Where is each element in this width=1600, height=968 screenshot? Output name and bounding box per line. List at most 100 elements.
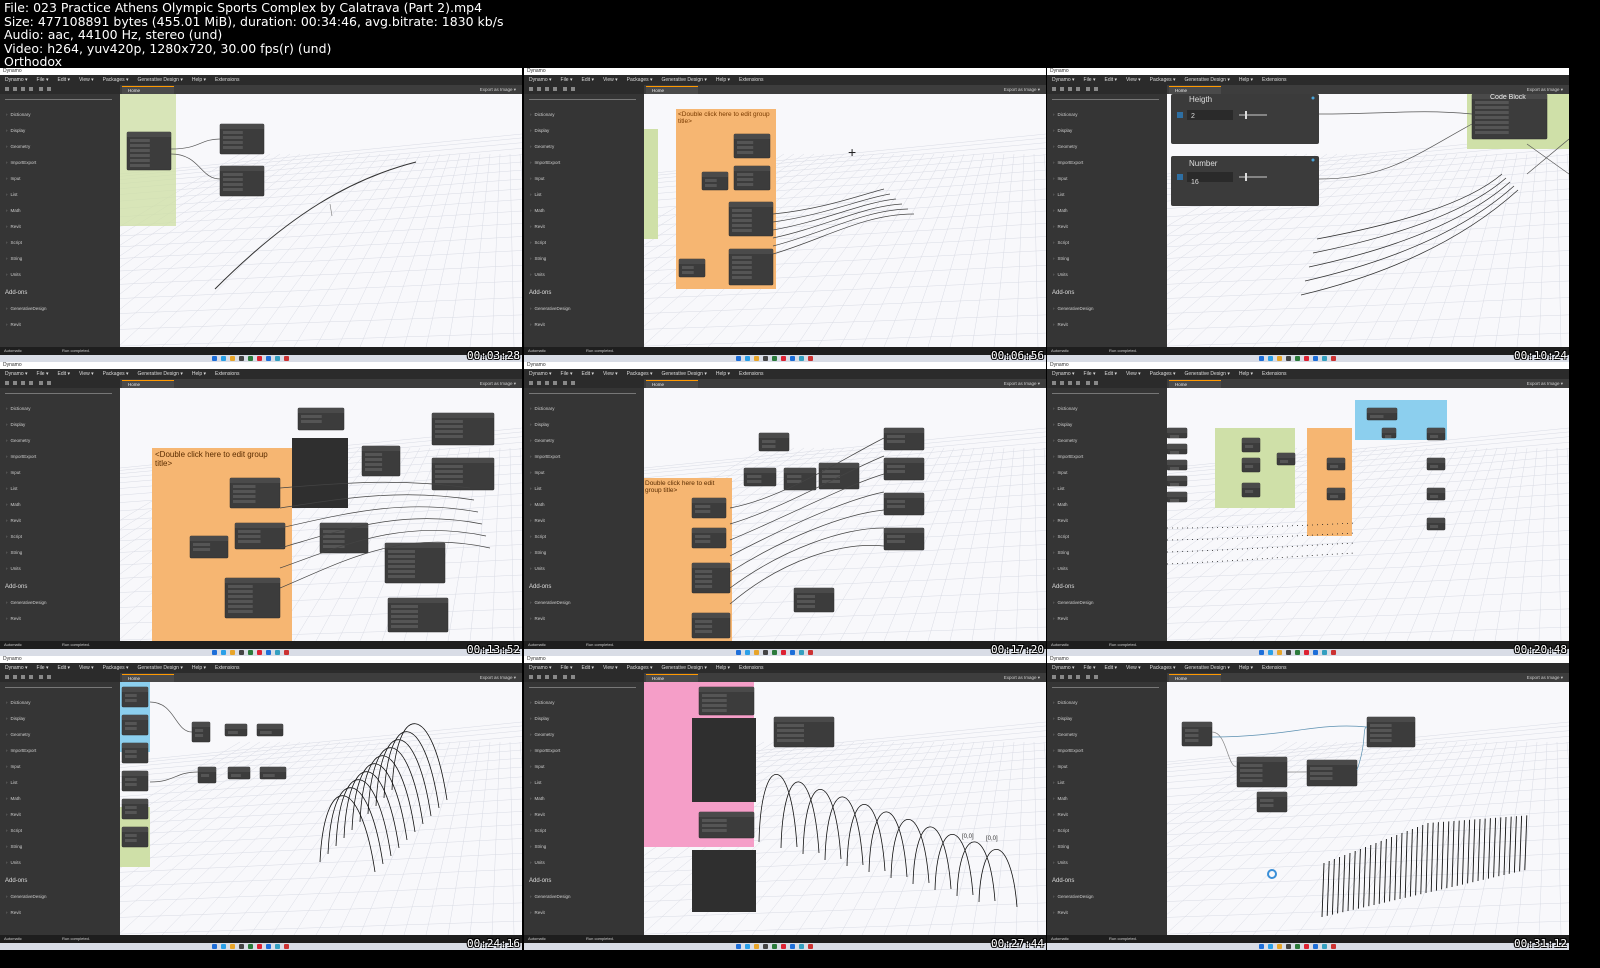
graph-node[interactable]: [431, 457, 495, 491]
menu-item[interactable]: File ▾: [37, 371, 49, 377]
library-item[interactable]: ImportExport: [1053, 160, 1084, 165]
library-item[interactable]: String: [530, 256, 547, 261]
tab-home[interactable]: Home: [1169, 674, 1221, 682]
library-item[interactable]: ImportExport: [1053, 748, 1084, 753]
toolbar-icon[interactable]: [29, 87, 33, 91]
graph-canvas[interactable]: Heigth 2 Number 16 Code Block: [1167, 94, 1569, 347]
graph-node[interactable]: [698, 686, 755, 716]
toolbar-icon[interactable]: [563, 381, 567, 385]
taskbar-app-icon[interactable]: [266, 356, 271, 361]
toolbar-icon[interactable]: [29, 381, 33, 385]
taskbar-app-icon[interactable]: [248, 944, 253, 949]
graph-node[interactable]: [691, 612, 731, 639]
library-item[interactable]: Input: [1053, 470, 1068, 475]
taskbar-app-icon[interactable]: [1259, 650, 1264, 655]
taskbar-app-icon[interactable]: [763, 356, 768, 361]
tab-home[interactable]: Home: [646, 380, 698, 388]
library-item[interactable]: String: [6, 844, 23, 849]
graph-node[interactable]: [728, 201, 774, 237]
menu-item[interactable]: Packages ▾: [627, 665, 653, 671]
export-image-button[interactable]: Export as Image ▾: [1004, 379, 1040, 388]
graph-node[interactable]: [224, 723, 248, 737]
graph-node[interactable]: [234, 522, 286, 550]
menu-item[interactable]: Dynamo ▾: [529, 371, 552, 377]
taskbar-app-icon[interactable]: [808, 650, 813, 655]
menu-item[interactable]: File ▾: [561, 77, 573, 83]
menu-item[interactable]: Edit ▾: [582, 665, 595, 671]
toolbar-icon[interactable]: [1052, 381, 1056, 385]
export-image-button[interactable]: Export as Image ▾: [1004, 85, 1040, 94]
search-field[interactable]: [1052, 687, 1159, 688]
taskbar-app-icon[interactable]: [1286, 944, 1291, 949]
library-item[interactable]: ImportExport: [530, 160, 561, 165]
export-image-button[interactable]: Export as Image ▾: [1004, 673, 1040, 682]
menu-item[interactable]: Extensions: [739, 77, 763, 83]
library-item[interactable]: Geometry: [1053, 732, 1078, 737]
taskbar-app-icon[interactable]: [212, 650, 217, 655]
taskbar-app-icon[interactable]: [763, 650, 768, 655]
addon-item[interactable]: Revit: [1053, 616, 1068, 621]
graph-node[interactable]: [121, 798, 149, 820]
library-item[interactable]: Units: [1053, 566, 1068, 571]
library-item[interactable]: String: [1053, 550, 1070, 555]
taskbar-app-icon[interactable]: [790, 650, 795, 655]
graph-node[interactable]: [728, 248, 774, 286]
graph-node[interactable]: [126, 131, 172, 171]
toolbar-icon[interactable]: [1076, 381, 1080, 385]
menu-item[interactable]: File ▾: [1084, 371, 1096, 377]
taskbar-app-icon[interactable]: [754, 356, 759, 361]
graph-node[interactable]: [1366, 716, 1416, 748]
library-item[interactable]: Revit: [1053, 224, 1068, 229]
graph-node[interactable]: [733, 165, 771, 191]
library-item[interactable]: Units: [530, 272, 545, 277]
taskbar-app-icon[interactable]: [1331, 944, 1336, 949]
graph-node[interactable]: [121, 686, 149, 708]
run-mode-select[interactable]: Automatic: [528, 935, 546, 943]
library-item[interactable]: Input: [1053, 176, 1068, 181]
graph-node[interactable]: [883, 457, 925, 481]
graph-node[interactable]: [773, 716, 835, 748]
search-field[interactable]: [5, 687, 112, 688]
library-item[interactable]: List: [6, 780, 18, 785]
export-image-button[interactable]: Export as Image ▾: [480, 85, 516, 94]
run-mode-select[interactable]: Automatic: [4, 347, 22, 355]
menu-item[interactable]: Help ▾: [192, 371, 206, 377]
menu-item[interactable]: Help ▾: [192, 665, 206, 671]
taskbar-app-icon[interactable]: [736, 650, 741, 655]
menu-item[interactable]: Generative Design ▾: [662, 371, 707, 377]
taskbar-app-icon[interactable]: [781, 650, 786, 655]
menu-item[interactable]: Packages ▾: [1150, 665, 1176, 671]
toolbar-icon[interactable]: [563, 87, 567, 91]
library-item[interactable]: Dictionary: [530, 700, 555, 705]
toolbar-icon[interactable]: [1052, 87, 1056, 91]
search-field[interactable]: [5, 99, 112, 100]
tab-home[interactable]: Home: [122, 380, 174, 388]
export-image-button[interactable]: Export as Image ▾: [1527, 673, 1563, 682]
menu-item[interactable]: Packages ▾: [103, 371, 129, 377]
library-item[interactable]: Script: [1053, 534, 1070, 539]
taskbar-app-icon[interactable]: [275, 944, 280, 949]
library-item[interactable]: Math: [6, 502, 21, 507]
taskbar-app-icon[interactable]: [1313, 356, 1318, 361]
addon-item[interactable]: GenerativeDesign: [6, 600, 47, 605]
taskbar-app-icon[interactable]: [799, 944, 804, 949]
library-item[interactable]: Script: [6, 534, 23, 539]
menu-item[interactable]: Help ▾: [716, 371, 730, 377]
graph-canvas[interactable]: [0,0] [0,0]: [644, 682, 1046, 935]
toolbar-icon[interactable]: [1060, 675, 1064, 679]
toolbar-icon[interactable]: [29, 675, 33, 679]
graph-node[interactable]: [691, 497, 727, 519]
toolbar-icon[interactable]: [563, 675, 567, 679]
graph-node[interactable]: [1241, 457, 1261, 473]
library-item[interactable]: Math: [1053, 208, 1068, 213]
library-item[interactable]: Dictionary: [530, 112, 555, 117]
graph-node[interactable]: [227, 766, 251, 780]
addon-item[interactable]: GenerativeDesign: [6, 306, 47, 311]
toolbar-icon[interactable]: [571, 87, 575, 91]
toolbar-icon[interactable]: [571, 381, 575, 385]
menu-item[interactable]: Edit ▾: [1105, 371, 1118, 377]
toolbar-icon[interactable]: [537, 675, 541, 679]
taskbar-app-icon[interactable]: [1277, 650, 1282, 655]
toolbar-icon[interactable]: [21, 675, 25, 679]
tab-home[interactable]: Home: [646, 674, 698, 682]
